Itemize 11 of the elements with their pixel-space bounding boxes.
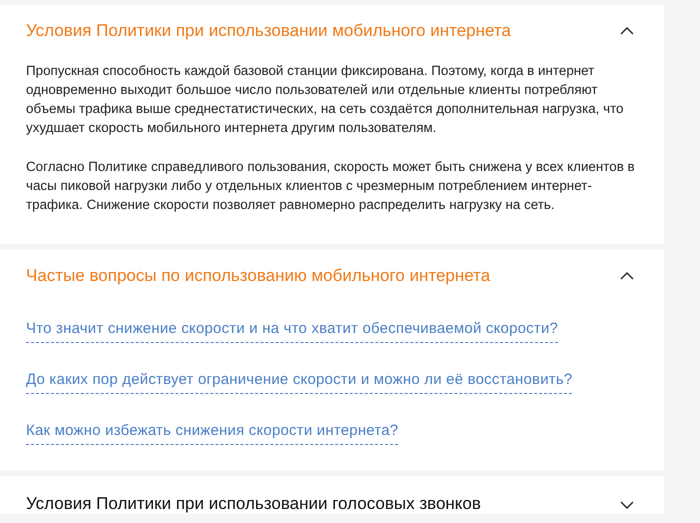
chevron-up-icon[interactable] (620, 272, 634, 280)
chevron-down-icon[interactable] (620, 501, 634, 509)
question-link[interactable]: Как можно избежать снижения скорости интернета? (26, 422, 398, 445)
section-title[interactable]: Условия Политики при использовании голосовых звонков (26, 494, 481, 514)
paragraph: Пропускная способность каждой базовой станции фиксирована. Поэтому, когда в интернет одновременно выходит большое число пользователей или отдельные клиенты потребляют объемы трафика выше среднестатистических, на сеть создаётся дополнительная нагрузка, что ухудшает скорость мобильного интернета другим пользователям. (26, 62, 625, 137)
question-link[interactable]: До каких пор действует ограничение скорости и можно ли её восстановить? (26, 371, 572, 394)
section-title[interactable]: Частые вопросы по использованию мобильного интернета (26, 266, 490, 286)
paragraph: Согласно Политике справедливого пользования, скорость может быть снижена у всех клиентов в часы пиковой нагрузки либо у отдельных клиентов с чрезмерным потреблением интернет-трафика. Снижение скорости позволяет равномерно распределить нагрузку на сеть. (26, 158, 636, 214)
section-title[interactable]: Условия Политики при использовании мобильного интернета (26, 21, 511, 41)
chevron-up-icon[interactable] (620, 27, 634, 35)
question-link[interactable]: Что значит снижение скорости и на что хватит обеспечиваемой скорости? (26, 320, 558, 343)
